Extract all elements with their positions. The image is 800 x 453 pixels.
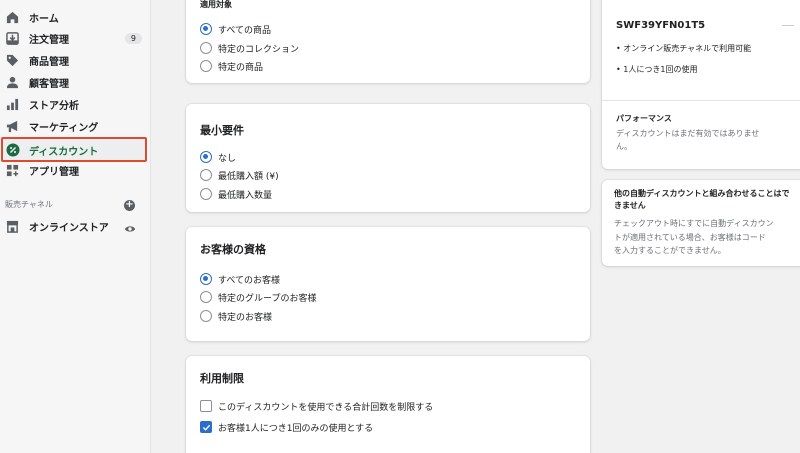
usage-limits-card: 利用制限 このディスカウントを使用できる合計回数を制限する お客様1人につき1回… — [186, 356, 590, 453]
sidebar-item-label: 顧客管理 — [29, 79, 69, 90]
sidebar-item-label: ホーム — [29, 14, 59, 25]
applies-to-option-specific-products[interactable]: 特定の商品 — [200, 59, 263, 73]
summary-bullet: • オンライン販売チャネルで利用可能 — [616, 44, 752, 53]
sidebar-item-label: アプリ管理 — [29, 167, 79, 178]
applies-to-card: 適用対象 すべての商品 特定のコレクション 特定の商品 — [186, 0, 590, 83]
combinations-title: 他の自動ディスカウントと組み合わせることはで — [614, 189, 790, 198]
sidebar-item-label: 注文管理 — [29, 35, 69, 46]
applies-to-title: 適用対象 — [200, 0, 232, 9]
applies-to-option-collection[interactable]: 特定のコレクション — [200, 41, 299, 55]
option-label: すべての商品 — [218, 25, 272, 36]
min-requirements-card: 最小要件 なし 最低購入額 (¥) 最低購入数量 — [186, 104, 590, 212]
radio-selected[interactable] — [200, 151, 212, 163]
apps-icon — [5, 164, 19, 178]
eligibility-option-customer-groups[interactable]: 特定のグループのお客様 — [200, 290, 316, 304]
combinations-title: きません — [614, 201, 646, 210]
sidebar: ホーム 注文管理 9 商品管理 顧客管理 ストア分析 マーケティング ディスカウ… — [0, 0, 151, 453]
sidebar-item-label: マーケティング — [29, 123, 99, 134]
option-label: 特定の商品 — [218, 62, 264, 73]
megaphone-icon — [5, 120, 19, 134]
sidebar-item-analytics[interactable]: ストア分析 — [0, 94, 151, 115]
combinations-text: トが適用されている場合、お客様はコード — [614, 233, 766, 242]
min-req-option-amount[interactable]: 最低購入額 (¥) — [200, 168, 279, 182]
option-label: なし — [218, 153, 237, 164]
sidebar-item-apps[interactable]: アプリ管理 — [0, 160, 151, 181]
sidebar-item-label: オンラインストア — [29, 223, 109, 234]
min-req-option-none[interactable]: なし — [200, 150, 236, 164]
min-requirements-title: 最小要件 — [200, 124, 244, 137]
add-channel-icon[interactable]: + — [124, 200, 135, 211]
sidebar-item-discounts[interactable]: ディスカウント — [1, 137, 147, 162]
discount-icon — [6, 143, 20, 157]
radio[interactable] — [200, 42, 212, 54]
sidebar-item-marketing[interactable]: マーケティング — [0, 116, 151, 137]
radio[interactable] — [200, 188, 212, 200]
checkbox-checked[interactable] — [200, 421, 212, 433]
combinations-card: 他の自動ディスカウントと組み合わせることはで きません チェックアウト時にすでに… — [602, 180, 800, 266]
orders-icon — [5, 32, 19, 46]
sidebar-item-home[interactable]: ホーム — [0, 7, 151, 28]
home-icon — [5, 11, 19, 25]
min-req-option-quantity[interactable]: 最低購入数量 — [200, 187, 272, 201]
analytics-icon — [5, 98, 19, 112]
sidebar-item-products[interactable]: 商品管理 — [0, 50, 151, 71]
option-label: 最低購入額 (¥) — [218, 171, 279, 182]
combinations-text: チェックアウト時にすでに自動ディスカウン — [614, 219, 774, 228]
option-label: 特定のお客様 — [218, 312, 273, 323]
performance-text: ん。 — [616, 142, 632, 151]
radio[interactable] — [200, 291, 212, 303]
eligibility-option-all-customers[interactable]: すべてのお客様 — [200, 272, 280, 286]
option-label: お客様1人につき1回のみの使用とする — [218, 423, 374, 434]
usage-limits-title: 利用制限 — [200, 372, 244, 385]
sidebar-item-label: 商品管理 — [29, 57, 69, 68]
eligibility-option-specific-customers[interactable]: 特定のお客様 — [200, 309, 272, 323]
sales-channels-title: 販売チャネル — [5, 200, 53, 209]
store-icon — [5, 220, 19, 234]
sidebar-item-label: ディスカウント — [29, 147, 99, 158]
radio[interactable] — [200, 169, 212, 181]
usage-limit-total-checkbox[interactable]: このディスカウントを使用できる合計回数を制限する — [200, 399, 433, 413]
applies-to-option-all-products[interactable]: すべての商品 — [200, 22, 271, 36]
usage-limit-one-per-customer-checkbox[interactable]: お客様1人につき1回のみの使用とする — [200, 420, 373, 434]
option-label: 最低購入数量 — [218, 190, 273, 201]
radio[interactable] — [200, 310, 212, 322]
customer-eligibility-title: お客様の資格 — [200, 243, 266, 256]
option-label: このディスカウントを使用できる合計回数を制限する — [218, 402, 434, 413]
option-label: すべてのお客様 — [218, 275, 281, 286]
performance-title: パフォーマンス — [616, 114, 672, 123]
checkbox[interactable] — [200, 400, 212, 412]
discount-code: SWF39YFN01T5 — [616, 20, 706, 31]
summary-bullet: • 1人につき1回の使用 — [616, 65, 698, 74]
sidebar-item-customers[interactable]: 顧客管理 — [0, 72, 151, 93]
sidebar-item-orders[interactable]: 注文管理 9 — [0, 28, 151, 49]
radio-selected[interactable] — [200, 23, 212, 35]
option-label: 特定のグループのお客様 — [218, 293, 317, 304]
orders-count-badge: 9 — [124, 33, 142, 44]
sidebar-item-label: ストア分析 — [29, 101, 79, 112]
radio[interactable] — [200, 60, 212, 72]
person-icon — [5, 76, 19, 90]
tag-icon — [5, 54, 19, 68]
divider — [782, 25, 794, 26]
performance-text: ディスカウントはまだ有効ではありませ — [616, 129, 760, 138]
divider — [602, 100, 800, 101]
customer-eligibility-card: お客様の資格 すべてのお客様 特定のグループのお客様 特定のお客様 — [186, 227, 590, 341]
sidebar-item-online-store[interactable]: オンラインストア — [0, 216, 151, 237]
option-label: 特定のコレクション — [218, 44, 300, 55]
summary-card: SWF39YFN01T5 パフォーマンス ディスカウントはまだ有効ではありませ … — [602, 0, 800, 169]
combinations-text: を入力することができません。 — [614, 246, 726, 255]
radio-selected[interactable] — [200, 273, 212, 285]
checkmark-icon — [202, 424, 210, 431]
eye-icon[interactable] — [124, 220, 136, 239]
